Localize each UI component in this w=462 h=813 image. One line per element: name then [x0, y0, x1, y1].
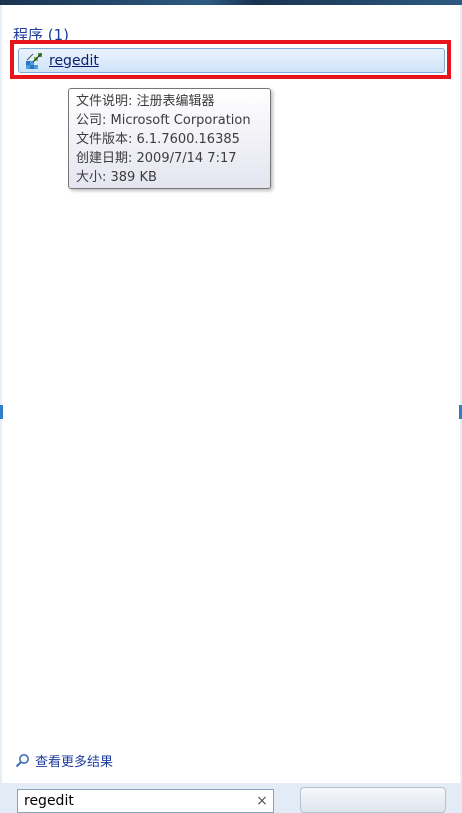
tooltip-description: 文件说明: 注册表编辑器	[76, 94, 215, 109]
file-info-tooltip: 文件说明: 注册表编辑器 公司: Microsoft Corporation 文…	[68, 88, 271, 189]
shutdown-button[interactable]	[300, 787, 446, 813]
tooltip-size: 大小: 389 KB	[76, 170, 157, 185]
search-icon	[15, 754, 29, 768]
tooltip-company: 公司: Microsoft Corporation	[76, 113, 251, 128]
close-icon[interactable]: ×	[251, 793, 273, 809]
edge-marker-left	[0, 405, 3, 419]
search-box[interactable]: ×	[17, 789, 274, 813]
result-item-regedit[interactable]: regedit	[18, 48, 445, 73]
search-input[interactable]	[24, 793, 251, 809]
result-label: regedit	[49, 52, 99, 69]
tooltip-version: 文件版本: 6.1.7600.16385	[76, 132, 240, 147]
tooltip-created-date: 创建日期: 2009/7/14 7:17	[76, 151, 237, 166]
window-frame-top	[0, 0, 462, 5]
see-more-results-link[interactable]: 查看更多结果	[15, 751, 113, 770]
see-more-label: 查看更多结果	[35, 755, 114, 770]
registry-editor-icon	[26, 52, 42, 69]
